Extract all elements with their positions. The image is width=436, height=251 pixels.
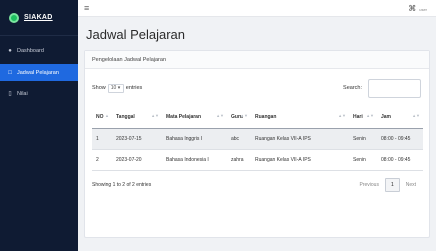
table-footer: Showing 1 to 2 of 2 entries Previous 1 N… — [92, 178, 421, 192]
search-input[interactable] — [368, 78, 421, 98]
menu-icon[interactable]: ≡ — [84, 3, 89, 13]
next-button[interactable]: Next — [401, 179, 421, 191]
cell-ruangan: Ruangan Kelas VII-A IPS — [251, 128, 349, 150]
sort-icon: ▲ — [105, 113, 109, 118]
pagination: Previous 1 Next — [354, 178, 421, 192]
card-header: Pengelolaan Jadwal Pelajaran — [85, 51, 429, 69]
page-button-1[interactable]: 1 — [384, 178, 400, 192]
calendar-icon: □ — [8, 69, 12, 76]
column-header-hari[interactable]: Hari ▲▼ — [349, 106, 377, 129]
cell-tanggal: 2023-07-15 — [112, 128, 162, 150]
column-header-guru[interactable]: Guru ▲▼ — [227, 106, 251, 129]
sidebar-item-label: Jadwal Pelajaran — [17, 69, 59, 76]
sidebar: SIAKAD ● Dashboard □ Jadwal Pelajaran ▯ … — [0, 0, 78, 251]
schedule-table: NO ▲ Tanggal ▲▼ Mata Pelajaran ▲▼ Guru ▲▼ Ru… — [92, 106, 423, 171]
column-header-ruangan[interactable]: Ruangan ▲▼ — [251, 106, 349, 129]
column-header-mata-pelajaran[interactable]: Mata Pelajaran ▲▼ — [162, 106, 227, 129]
column-header-jam[interactable]: Jam ▲▼ — [377, 106, 423, 129]
previous-button[interactable]: Previous — [354, 179, 383, 191]
cell-jam: 08:00 - 09:45 — [377, 149, 423, 171]
cell-mata-pelajaran: Bahasa Inggris I — [162, 128, 227, 150]
search-label: Search: — [343, 85, 362, 91]
cell-hari: Senin — [349, 149, 377, 171]
sidebar-item-nilai[interactable]: ▯ Nilai — [0, 85, 78, 102]
table-controls: Show 10 ▾ entries Search: — [92, 78, 421, 98]
cell-jam: 08:00 - 09:45 — [377, 128, 423, 150]
column-header-no[interactable]: NO ▲ — [92, 106, 112, 129]
table-header-row: NO ▲ Tanggal ▲▼ Mata Pelajaran ▲▼ Guru ▲▼ Ru… — [92, 106, 423, 129]
topbar: ≡ ⌘ user — [78, 0, 436, 17]
sort-icon: ▲▼ — [338, 113, 346, 118]
schedule-card: Pengelolaan Jadwal Pelajaran Show 10 ▾ e… — [84, 50, 430, 238]
search-area: Search: — [343, 78, 421, 98]
sort-icon: ▲▼ — [240, 113, 248, 118]
page-title: Jadwal Pelajaran — [86, 27, 186, 42]
cell-tanggal: 2023-07-20 — [112, 149, 162, 171]
document-icon: ▯ — [8, 90, 12, 97]
sidebar-item-label: Nilai — [17, 90, 28, 97]
table-info: Showing 1 to 2 of 2 entries — [92, 182, 152, 188]
entries-select[interactable]: 10 ▾ — [107, 83, 124, 93]
sort-icon: ▲▼ — [412, 113, 420, 118]
sort-icon: ▲▼ — [216, 113, 224, 118]
brand[interactable]: SIAKAD — [0, 0, 78, 36]
table-row: 2 2023-07-20 Bahasa Indonesia I zahra Ru… — [92, 149, 423, 171]
table-row: 1 2023-07-15 Bahasa Inggris I abc Ruanga… — [92, 128, 423, 150]
user-menu[interactable]: ⌘ user — [408, 4, 427, 13]
sort-icon: ▲▼ — [151, 113, 159, 118]
entries-length: Show 10 ▾ entries — [92, 83, 143, 93]
sort-icon: ▲▼ — [366, 113, 374, 118]
brand-logo-icon — [9, 12, 19, 23]
cell-no: 2 — [92, 149, 112, 171]
sidebar-item-dashboard[interactable]: ● Dashboard — [0, 42, 78, 59]
cell-guru: zahra — [227, 149, 251, 171]
sidebar-item-label: Dashboard — [17, 47, 44, 54]
cell-ruangan: Ruangan Kelas VII-A IPS — [251, 149, 349, 171]
sidebar-item-jadwal-pelajaran[interactable]: □ Jadwal Pelajaran — [0, 64, 78, 81]
brand-name[interactable]: SIAKAD — [24, 14, 53, 21]
show-label: Show — [92, 85, 106, 91]
user-icon: ⌘ — [408, 3, 417, 13]
column-header-tanggal[interactable]: Tanggal ▲▼ — [112, 106, 162, 129]
cell-no: 1 — [92, 128, 112, 150]
cell-hari: Senin — [349, 128, 377, 150]
cell-mata-pelajaran: Bahasa Indonesia I — [162, 149, 227, 171]
cell-guru: abc — [227, 128, 251, 150]
user-name: user — [419, 6, 427, 12]
dashboard-icon: ● — [8, 47, 12, 54]
entries-label: entries — [125, 85, 143, 91]
